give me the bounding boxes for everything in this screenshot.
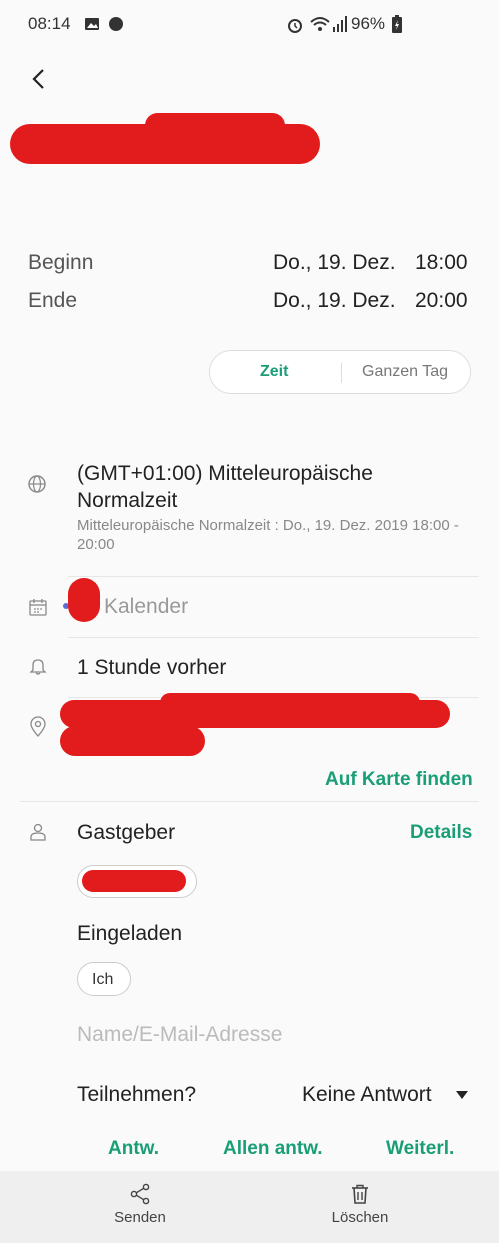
divider xyxy=(20,801,479,802)
bell-icon xyxy=(29,659,47,675)
battery-percent: 96% xyxy=(351,14,386,33)
tab-all-day[interactable]: Ganzen Tag xyxy=(362,363,448,381)
calendar-icon xyxy=(29,599,47,616)
end-date[interactable]: Do., 19. Dez. xyxy=(273,289,396,313)
share-icon xyxy=(130,1183,150,1205)
location-pin-icon xyxy=(30,716,46,737)
person-icon xyxy=(30,823,46,841)
host-name-redacted xyxy=(82,870,186,892)
status-time: 08:14 xyxy=(28,14,71,33)
timezone-name[interactable]: (GMT+01:00) Mitteleuropäische Normalzeit xyxy=(77,460,477,514)
invitee-input[interactable]: Name/E-Mail-Adresse xyxy=(77,1023,282,1047)
reply-all-button[interactable]: Allen antw. xyxy=(223,1138,323,1160)
location-redacted-top xyxy=(160,693,420,713)
tab-time[interactable]: Zeit xyxy=(260,363,288,381)
calendar-account-redacted xyxy=(68,578,100,622)
reminder-value[interactable]: 1 Stunde vorher xyxy=(77,656,226,680)
divider xyxy=(68,637,479,638)
timezone-detail: Mitteleuropäische Normalzeit : Do., 19. … xyxy=(77,517,459,553)
delete-label: Löschen xyxy=(331,1209,389,1226)
bottom-action-bar: Senden Löschen xyxy=(0,1171,499,1243)
alarm-icon xyxy=(288,19,302,33)
find-on-map-link[interactable]: Auf Karte finden xyxy=(325,769,473,791)
wifi-icon xyxy=(310,17,330,31)
invited-label: Eingeladen xyxy=(77,922,183,945)
time-mode-toggle: Zeit Ganzen Tag xyxy=(209,350,471,394)
start-time[interactable]: 18:00 xyxy=(415,251,468,275)
globe-icon xyxy=(28,475,46,493)
battery-icon xyxy=(392,15,402,33)
start-date[interactable]: Do., 19. Dez. xyxy=(273,251,396,275)
image-notification-icon xyxy=(85,18,99,30)
invitee-chip-label: Ich xyxy=(92,971,114,988)
end-label: Ende xyxy=(28,289,78,312)
divider xyxy=(68,576,479,577)
send-label: Senden xyxy=(114,1209,166,1226)
event-title-redacted-top xyxy=(145,113,285,138)
reply-button[interactable]: Antw. xyxy=(108,1138,159,1160)
end-time[interactable]: 20:00 xyxy=(415,289,468,313)
location-redacted-line2 xyxy=(60,726,205,756)
invitee-chip[interactable]: Ich xyxy=(77,962,131,996)
start-label: Beginn xyxy=(28,251,94,274)
toggle-divider xyxy=(341,363,342,383)
host-details-link[interactable]: Details xyxy=(410,822,472,844)
chevron-down-icon[interactable] xyxy=(455,1090,469,1100)
app-notification-icon xyxy=(109,17,123,31)
status-bar: 08:14 96% xyxy=(0,0,499,50)
forward-button[interactable]: Weiterl. xyxy=(386,1138,454,1160)
send-button[interactable]: Senden xyxy=(90,1183,190,1226)
delete-button[interactable]: Löschen xyxy=(310,1183,410,1226)
back-button[interactable] xyxy=(22,62,56,96)
attend-label: Teilnehmen? xyxy=(77,1083,197,1106)
trash-icon xyxy=(352,1184,368,1204)
calendar-label[interactable]: Kalender xyxy=(104,595,188,619)
attend-dropdown[interactable]: Keine Antwort xyxy=(302,1083,432,1107)
signal-icon xyxy=(333,16,347,32)
host-label: Gastgeber xyxy=(77,821,176,844)
